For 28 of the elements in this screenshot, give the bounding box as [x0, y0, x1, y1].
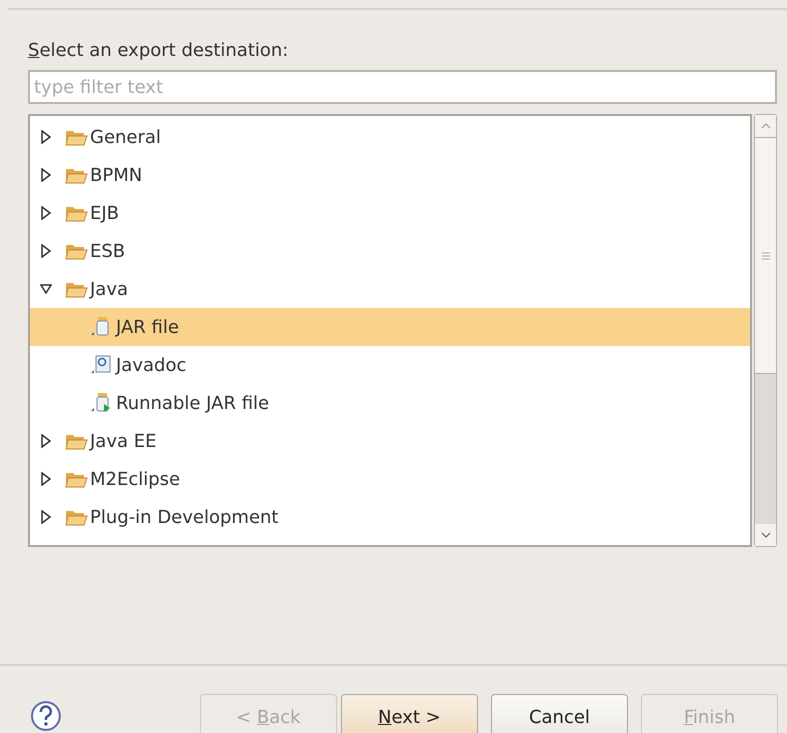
collapsed-arrow-icon[interactable] — [40, 130, 52, 144]
expanded-arrow-icon[interactable] — [40, 282, 52, 296]
dialog-button[interactable]: Cancel — [490, 694, 628, 733]
collapsed-arrow-icon[interactable] — [40, 206, 52, 220]
tree-item[interactable]: General — [30, 118, 750, 156]
tree-item[interactable]: ESB — [30, 232, 750, 270]
tree-item[interactable]: Java — [30, 270, 750, 308]
prompt-label: Select an export destination: — [28, 40, 288, 63]
tree-item[interactable]: BPMN — [30, 156, 750, 194]
help-icon[interactable] — [30, 700, 62, 732]
collapsed-arrow-icon[interactable] — [40, 244, 52, 258]
tree-item[interactable]: EJB — [30, 194, 750, 232]
collapsed-arrow-icon[interactable] — [40, 434, 52, 448]
tree-item[interactable]: JAR file — [30, 308, 750, 346]
tree-item[interactable]: Java EE — [30, 422, 750, 460]
scroll-up-icon[interactable] — [760, 123, 770, 129]
collapsed-arrow-icon[interactable] — [40, 472, 52, 486]
dialog-button[interactable]: Next > — [340, 694, 478, 733]
scrollbar[interactable] — [754, 114, 777, 547]
grip-icon[interactable] — [762, 252, 770, 260]
collapsed-arrow-icon[interactable] — [40, 168, 52, 182]
tree-item[interactable]: M2Eclipse — [30, 460, 750, 498]
filter-field[interactable]: type filter text — [28, 70, 777, 104]
tree-item[interactable]: Plug-in Development — [30, 498, 750, 536]
scroll-down-icon[interactable] — [760, 532, 770, 538]
tree-item[interactable]: Javadoc — [30, 346, 750, 384]
collapsed-arrow-icon[interactable] — [40, 510, 52, 524]
tree-item[interactable]: Runnable JAR file — [30, 384, 750, 422]
